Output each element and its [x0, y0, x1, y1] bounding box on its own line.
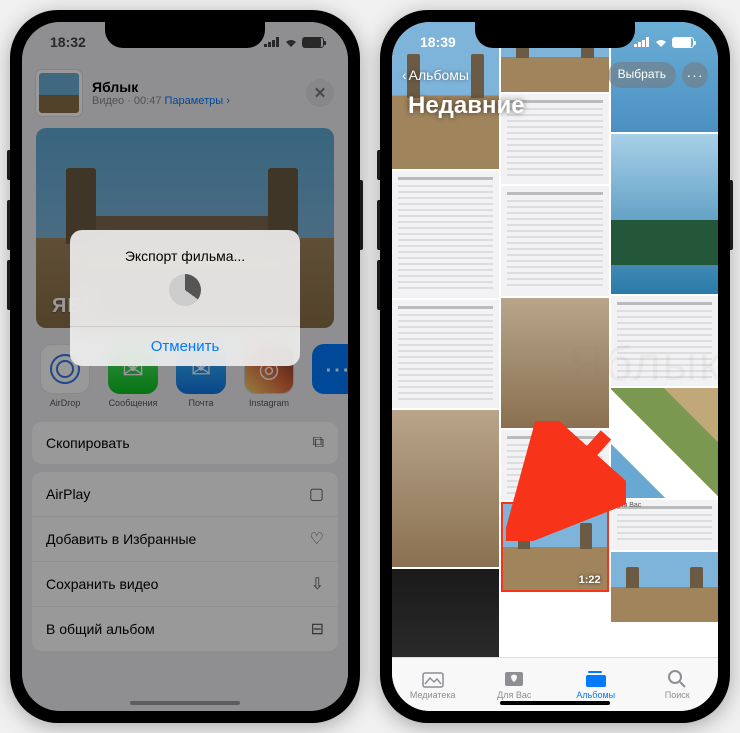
grid-thumb[interactable]: [392, 410, 499, 567]
more-button[interactable]: ···: [682, 62, 708, 88]
grid-thumb[interactable]: [392, 569, 499, 657]
search-icon: [666, 670, 688, 688]
nav-bar: ‹ Альбомы Выбрать ··· Недавние: [392, 62, 718, 124]
phone-left: 18:32 Яблык Видео · 00:47 Параметры › ✕: [10, 10, 360, 723]
home-indicator[interactable]: [130, 701, 240, 705]
notch: [105, 22, 265, 48]
notch: [475, 22, 635, 48]
select-button[interactable]: Выбрать: [608, 62, 676, 88]
library-icon: [422, 670, 444, 688]
grid-thumb[interactable]: [611, 552, 718, 622]
phone-right: 1:22 Для Вас 18:39: [380, 10, 730, 723]
dim-overlay: [22, 22, 348, 711]
modal-cancel-button[interactable]: Отменить: [70, 326, 300, 366]
album-title: Недавние: [402, 88, 708, 124]
grid-thumb[interactable]: [611, 296, 718, 386]
screen-share-sheet: 18:32 Яблык Видео · 00:47 Параметры › ✕: [22, 22, 348, 711]
modal-title: Экспорт фильма...: [109, 230, 261, 274]
grid-thumb[interactable]: Для Вас: [611, 500, 718, 550]
video-duration: 1:22: [579, 574, 601, 586]
back-button[interactable]: ‹ Альбомы: [402, 67, 469, 83]
home-indicator[interactable]: [500, 701, 610, 705]
grid-thumb[interactable]: [392, 300, 499, 408]
wifi-icon: [654, 37, 668, 47]
grid-thumb[interactable]: [611, 388, 718, 498]
cellular-icon: [634, 37, 650, 47]
grid-thumb[interactable]: [611, 134, 718, 294]
screen-photos-grid: 1:22 Для Вас 18:39: [392, 22, 718, 711]
status-time: 18:39: [420, 34, 456, 50]
foryou-icon: [503, 670, 525, 688]
tab-search[interactable]: Поиск: [637, 658, 719, 711]
grid-thumb[interactable]: [501, 298, 608, 428]
tab-library[interactable]: Медиатека: [392, 658, 474, 711]
annotation-arrow: [506, 421, 626, 541]
export-modal: Экспорт фильма... Отменить: [70, 230, 300, 366]
grid-thumb[interactable]: [501, 186, 608, 296]
battery-icon: [672, 37, 694, 48]
albums-icon: [585, 670, 607, 688]
progress-indicator: [169, 274, 201, 306]
grid-thumb[interactable]: [392, 171, 499, 298]
